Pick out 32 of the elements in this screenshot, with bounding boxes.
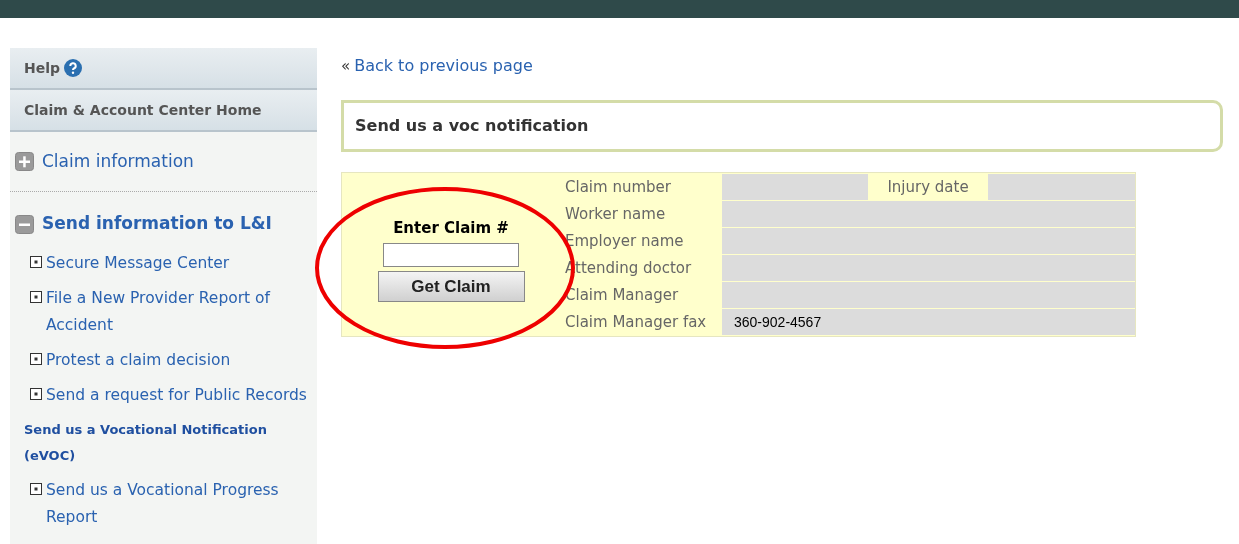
section-link[interactable]: Send information to L&I bbox=[42, 211, 272, 237]
field-label: Claim Manager fax bbox=[564, 311, 708, 333]
sidebar-link[interactable]: Send a request for Public Records bbox=[46, 382, 307, 409]
sidebar-link[interactable]: Send us a Vocational Notification (eVOC) bbox=[24, 417, 309, 469]
bullet-icon bbox=[30, 256, 42, 268]
bullet-icon bbox=[30, 388, 42, 400]
sidebar-header-item[interactable]: Claim & Account Center Home bbox=[10, 90, 317, 132]
sidebar-link[interactable]: Send us a Vocational Progress Report bbox=[46, 477, 313, 531]
back-link[interactable]: Back to previous page bbox=[354, 54, 533, 78]
field-value: 360-902-4567 bbox=[722, 309, 1135, 335]
bullet-icon bbox=[30, 353, 42, 365]
field-label: Claim number bbox=[564, 176, 672, 198]
bullet-icon bbox=[30, 483, 42, 495]
sidebar-link[interactable]: File a New Provider Report of Accident bbox=[46, 285, 313, 339]
section-link[interactable]: Claim information bbox=[42, 148, 194, 175]
back-marker: « bbox=[341, 55, 351, 77]
field-label: Injury date bbox=[886, 176, 970, 198]
sidebar-link[interactable]: Protest a claim decision bbox=[46, 347, 231, 374]
field-label: Employer name bbox=[564, 230, 685, 252]
collapse-icon[interactable] bbox=[15, 214, 34, 234]
expand-icon[interactable] bbox=[15, 152, 34, 171]
bullet-icon bbox=[30, 291, 42, 303]
sidebar-header-item[interactable]: Help bbox=[10, 48, 317, 90]
sidebar-link[interactable]: Secure Message Center bbox=[46, 250, 230, 277]
get-claim-button[interactable]: Get Claim bbox=[377, 271, 525, 303]
field-label: Worker name bbox=[564, 203, 667, 225]
header-label: Help bbox=[24, 58, 61, 78]
header-label: Claim & Account Center Home bbox=[24, 100, 262, 120]
help-icon[interactable] bbox=[64, 59, 83, 77]
claim-number-input[interactable] bbox=[383, 243, 519, 268]
enter-claim-label: Enter Claim # bbox=[393, 217, 509, 239]
page-title: Send us a voc notification bbox=[355, 115, 589, 137]
